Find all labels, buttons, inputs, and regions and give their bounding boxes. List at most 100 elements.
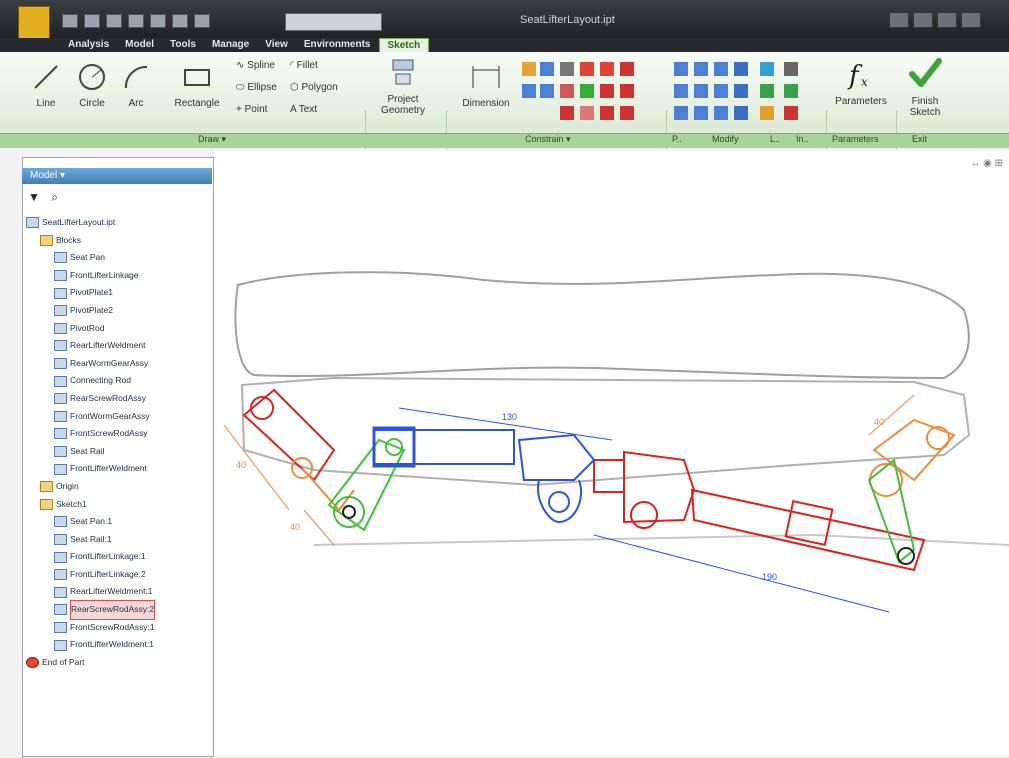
- close-icon[interactable]: [961, 12, 981, 28]
- spline-button[interactable]: ∿ Spline: [236, 60, 275, 71]
- finish-sketch-button[interactable]: Finish Sketch: [900, 56, 950, 118]
- seat-rail-outline[interactable]: [240, 376, 971, 487]
- graphics-window[interactable]: 130 190 40 40 40: [214, 150, 1009, 755]
- sketch-block-icon: [54, 322, 67, 334]
- rear-screw-rod-assy[interactable]: [372, 426, 596, 524]
- panel-constrain[interactable]: Constrain ▾: [525, 134, 571, 145]
- dimension-130[interactable]: 130: [398, 407, 613, 441]
- rectangle-label: Rectangle: [174, 98, 220, 109]
- tree-item[interactable]: PivotPlate2: [26, 302, 211, 320]
- tree-item[interactable]: PivotPlate1: [26, 284, 211, 302]
- sketch-block-icon: [54, 358, 67, 370]
- sketch-block-icon: [54, 410, 67, 422]
- dimension-button[interactable]: Dimension: [455, 62, 517, 109]
- tab-manage[interactable]: Manage: [204, 38, 257, 52]
- tab-view[interactable]: View: [257, 38, 296, 52]
- modify-icons[interactable]: [672, 60, 822, 128]
- circle-button[interactable]: Circle: [72, 62, 112, 109]
- select-icon[interactable]: [172, 14, 188, 28]
- color-icon[interactable]: [194, 14, 210, 28]
- tree-item[interactable]: End of Part: [26, 654, 211, 672]
- tree-item[interactable]: Seat Pan:1: [26, 513, 211, 531]
- redo-icon[interactable]: [150, 14, 166, 28]
- app-logo-icon[interactable]: [18, 6, 50, 42]
- tree-item[interactable]: Seat Rail:1: [26, 531, 211, 549]
- browser-tree: SeatLifterLayout.ipt Blocks Seat Pan FrontL…: [26, 214, 211, 671]
- zoom-icon[interactable]: ⊞: [995, 158, 1003, 169]
- tree-item[interactable]: RearLifterWeldment: [26, 337, 211, 355]
- rectangle-button[interactable]: Rectangle: [170, 62, 224, 109]
- tree-item[interactable]: FrontLifterLinkage:2: [26, 566, 211, 584]
- panel-exit[interactable]: Exit: [912, 134, 927, 144]
- panel-layout[interactable]: L..: [770, 134, 780, 144]
- tree-item[interactable]: Connecting Rod: [26, 372, 211, 390]
- front-lifter-linkage[interactable]: [242, 388, 355, 512]
- project-geometry-button[interactable]: Project Geometry: [372, 56, 434, 116]
- tree-item-label: RearScrewRodAssy: [70, 392, 147, 403]
- tab-analysis[interactable]: Analysis: [60, 38, 117, 52]
- tree-item[interactable]: FrontLifterWeldment: [26, 460, 211, 478]
- tree-item[interactable]: FrontLifterLinkage: [26, 267, 211, 285]
- polygon-icon: ⬡: [290, 82, 302, 93]
- tree-item-label: Seat Rail: [70, 445, 105, 456]
- ellipse-icon: ⬭: [236, 82, 248, 93]
- sketch-block-icon: [54, 393, 67, 405]
- tab-model[interactable]: Model: [117, 38, 162, 52]
- tree-item[interactable]: RearScrewRodAssy:2: [26, 600, 211, 620]
- arc-button[interactable]: Arc: [118, 62, 154, 109]
- tree-item[interactable]: FrontScrewRodAssy:1: [26, 619, 211, 637]
- dimension-40-rear[interactable]: 40: [868, 394, 915, 436]
- line-button[interactable]: Line: [28, 62, 64, 109]
- new-icon[interactable]: [62, 14, 78, 28]
- dimension-40-front[interactable]: 40: [223, 424, 290, 511]
- pan-icon[interactable]: ↔: [970, 158, 980, 169]
- tree-item[interactable]: FrontWormGearAssy: [26, 408, 211, 426]
- sketch-canvas[interactable]: 130 190 40 40 40: [214, 150, 1009, 755]
- fillet-button[interactable]: ◜ Fillet: [290, 60, 318, 71]
- tree-item[interactable]: Seat Rail: [26, 443, 211, 461]
- point-button[interactable]: + Point: [236, 104, 267, 115]
- parameters-button[interactable]: fx Parameters: [830, 58, 892, 107]
- tab-environments[interactable]: Environments: [296, 38, 379, 52]
- panel-parameters[interactable]: Parameters: [832, 134, 879, 144]
- tree-item[interactable]: FrontLifterLinkage:1: [26, 548, 211, 566]
- tree-item[interactable]: Sketch1: [26, 496, 211, 514]
- panel-insert[interactable]: In..: [796, 134, 809, 144]
- ellipse-button[interactable]: ⬭ Ellipse: [236, 82, 277, 93]
- tree-item[interactable]: Origin: [26, 478, 211, 496]
- undo-icon[interactable]: [128, 14, 144, 28]
- save-icon[interactable]: [106, 14, 122, 28]
- tree-item[interactable]: RearLifterWeldment:1: [26, 583, 211, 601]
- appearance-dropdown[interactable]: [285, 13, 382, 31]
- tree-item[interactable]: PivotRod: [26, 320, 211, 338]
- dimension-190[interactable]: 190: [593, 534, 890, 613]
- filter-icon[interactable]: ▼: [28, 190, 40, 204]
- search-icon[interactable]: [889, 12, 909, 28]
- tree-item[interactable]: RearWormGearAssy: [26, 355, 211, 373]
- text-button[interactable]: A Text: [290, 104, 317, 115]
- tree-item[interactable]: SeatLifterLayout.ipt: [26, 214, 211, 232]
- tree-item[interactable]: RearScrewRodAssy: [26, 390, 211, 408]
- panel-pattern[interactable]: P..: [672, 134, 682, 144]
- tab-sketch[interactable]: Sketch: [378, 38, 430, 52]
- constraint-icons[interactable]: [520, 60, 660, 128]
- seat-pan-outline[interactable]: [234, 271, 970, 380]
- panel-draw[interactable]: Draw ▾: [198, 134, 226, 145]
- orbit-icon[interactable]: ◉: [983, 158, 992, 169]
- dim-value: 40: [236, 460, 246, 470]
- browser-header[interactable]: Model ▾: [22, 168, 212, 184]
- pivot-plate[interactable]: [327, 438, 406, 532]
- open-icon[interactable]: [84, 14, 100, 28]
- tree-item[interactable]: FrontLifterWeldment:1: [26, 636, 211, 654]
- tree-item[interactable]: FrontScrewRodAssy: [26, 425, 211, 443]
- polygon-button[interactable]: ⬡ Polygon: [290, 82, 338, 93]
- panel-modify[interactable]: Modify: [712, 134, 739, 144]
- minimize-icon[interactable]: [937, 12, 957, 28]
- tree-item[interactable]: Blocks: [26, 232, 211, 250]
- find-icon[interactable]: ⌕: [51, 190, 58, 204]
- help-icon[interactable]: [913, 12, 933, 28]
- fillet-icon: ◜: [290, 60, 297, 71]
- dimension-40-link[interactable]: 40: [290, 509, 335, 546]
- tree-item[interactable]: Seat Pan: [26, 249, 211, 267]
- tab-tools[interactable]: Tools: [162, 38, 204, 52]
